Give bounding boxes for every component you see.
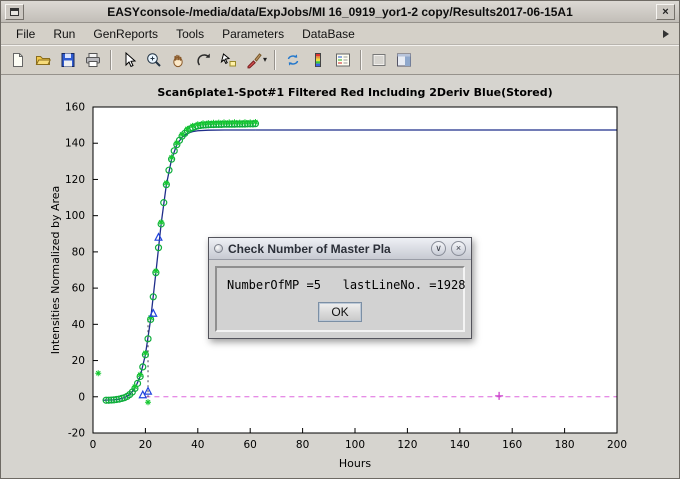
menu-item-genreports[interactable]: GenReports (84, 25, 167, 43)
insert-legend-icon (334, 51, 352, 69)
menu-item-file[interactable]: File (7, 25, 44, 43)
close-icon: × (456, 243, 461, 253)
check-master-plates-dialog: Check Number of Master Pla ∨ × NumberOfM… (208, 237, 472, 339)
show-plot-tools-icon (395, 51, 413, 69)
rotate-3d-icon (195, 51, 213, 69)
menu-item-run[interactable]: Run (44, 25, 84, 43)
svg-text:80: 80 (296, 439, 309, 451)
svg-text:Hours: Hours (339, 457, 371, 470)
toolbar-separator (274, 50, 276, 70)
svg-text:100: 100 (345, 439, 365, 451)
chevron-down-icon: ∨ (435, 243, 442, 253)
ok-button[interactable]: OK (318, 302, 362, 322)
svg-text:200: 200 (607, 439, 627, 451)
svg-text:-20: -20 (68, 428, 85, 440)
link-plot-icon (284, 51, 302, 69)
dialog-icon (214, 244, 223, 253)
menu-overflow-arrow-icon[interactable] (663, 30, 669, 38)
svg-text:100: 100 (65, 210, 85, 222)
window-titlebar[interactable]: EASYconsole-/media/data/ExpJobs/MI 16_09… (1, 1, 679, 23)
rotate-3d-button[interactable] (192, 48, 216, 72)
svg-text:Scan6plate1-Spot#1 Filtered Re: Scan6plate1-Spot#1 Filtered Red Includin… (157, 86, 552, 99)
insert-legend-button[interactable] (331, 48, 355, 72)
brush-dropdown-icon[interactable]: ▾ (263, 55, 267, 64)
hide-plot-tools-button[interactable] (367, 48, 391, 72)
new-document-button[interactable] (6, 48, 30, 72)
svg-text:180: 180 (555, 439, 575, 451)
close-button[interactable]: × (656, 4, 675, 20)
menu-item-parameters[interactable]: Parameters (213, 25, 293, 43)
toolbar-separator (110, 50, 112, 70)
svg-text:60: 60 (72, 283, 85, 295)
new-document-icon (9, 51, 27, 69)
edit-plot-button[interactable] (117, 48, 141, 72)
minimize-icon (10, 8, 19, 16)
dialog-inset-panel: NumberOfMP =5 lastLineNo. =1928 OK (215, 266, 465, 332)
menu-item-tools[interactable]: Tools (167, 25, 213, 43)
menu-item-database[interactable]: DataBase (293, 25, 364, 43)
svg-text:0: 0 (90, 439, 97, 451)
svg-text:40: 40 (191, 439, 204, 451)
open-folder-icon (34, 51, 52, 69)
dialog-body: NumberOfMP =5 lastLineNo. =1928 OK (209, 260, 471, 338)
svg-text:60: 60 (244, 439, 257, 451)
hide-plot-tools-icon (370, 51, 388, 69)
dialog-shade-button[interactable]: ∨ (431, 241, 446, 256)
save-button[interactable] (56, 48, 80, 72)
svg-text:120: 120 (65, 174, 85, 186)
pan-button[interactable] (167, 48, 191, 72)
dialog-close-button[interactable]: × (451, 241, 466, 256)
dialog-title: Check Number of Master Pla (228, 242, 426, 256)
app-window: EASYconsole-/media/data/ExpJobs/MI 16_09… (0, 0, 680, 479)
edit-arrow-icon (120, 51, 138, 69)
svg-text:140: 140 (450, 439, 470, 451)
data-cursor-button[interactable] (217, 48, 241, 72)
dialog-titlebar[interactable]: Check Number of Master Pla ∨ × (209, 238, 471, 260)
brush-icon (245, 51, 263, 69)
svg-text:160: 160 (65, 102, 85, 114)
toolbar-separator (360, 50, 362, 70)
figure-area: 0 20 40 60 80 100 120 140 160 180 200 -20 0 20 40 60 80 1… (1, 75, 679, 478)
minimize-button[interactable] (5, 4, 24, 20)
close-icon: × (662, 6, 668, 18)
link-plot-button[interactable] (281, 48, 305, 72)
svg-text:20: 20 (139, 439, 152, 451)
svg-text:20: 20 (72, 355, 85, 367)
open-folder-button[interactable] (31, 48, 55, 72)
dialog-message: NumberOfMP =5 lastLineNo. =1928 (227, 278, 453, 292)
show-plot-tools-button[interactable] (392, 48, 416, 72)
svg-text:160: 160 (502, 439, 522, 451)
toolbar: ▾ (1, 45, 679, 75)
svg-text:120: 120 (397, 439, 417, 451)
svg-text:80: 80 (72, 246, 85, 258)
svg-text:Intensities Normalized by Area: Intensities Normalized by Area (49, 186, 62, 355)
zoom-in-icon (145, 51, 163, 69)
svg-text:140: 140 (65, 138, 85, 150)
print-button[interactable] (81, 48, 105, 72)
zoom-in-button[interactable] (142, 48, 166, 72)
data-cursor-icon (220, 51, 238, 69)
print-icon (84, 51, 102, 69)
pan-hand-icon (170, 51, 188, 69)
insert-colorbar-button[interactable] (306, 48, 330, 72)
insert-colorbar-icon (309, 51, 327, 69)
menu-bar: File Run GenReports Tools Parameters Dat… (1, 23, 679, 45)
svg-text:40: 40 (72, 319, 85, 331)
save-icon (59, 51, 77, 69)
window-title: EASYconsole-/media/data/ExpJobs/MI 16_09… (28, 5, 652, 19)
svg-text:0: 0 (78, 391, 85, 403)
